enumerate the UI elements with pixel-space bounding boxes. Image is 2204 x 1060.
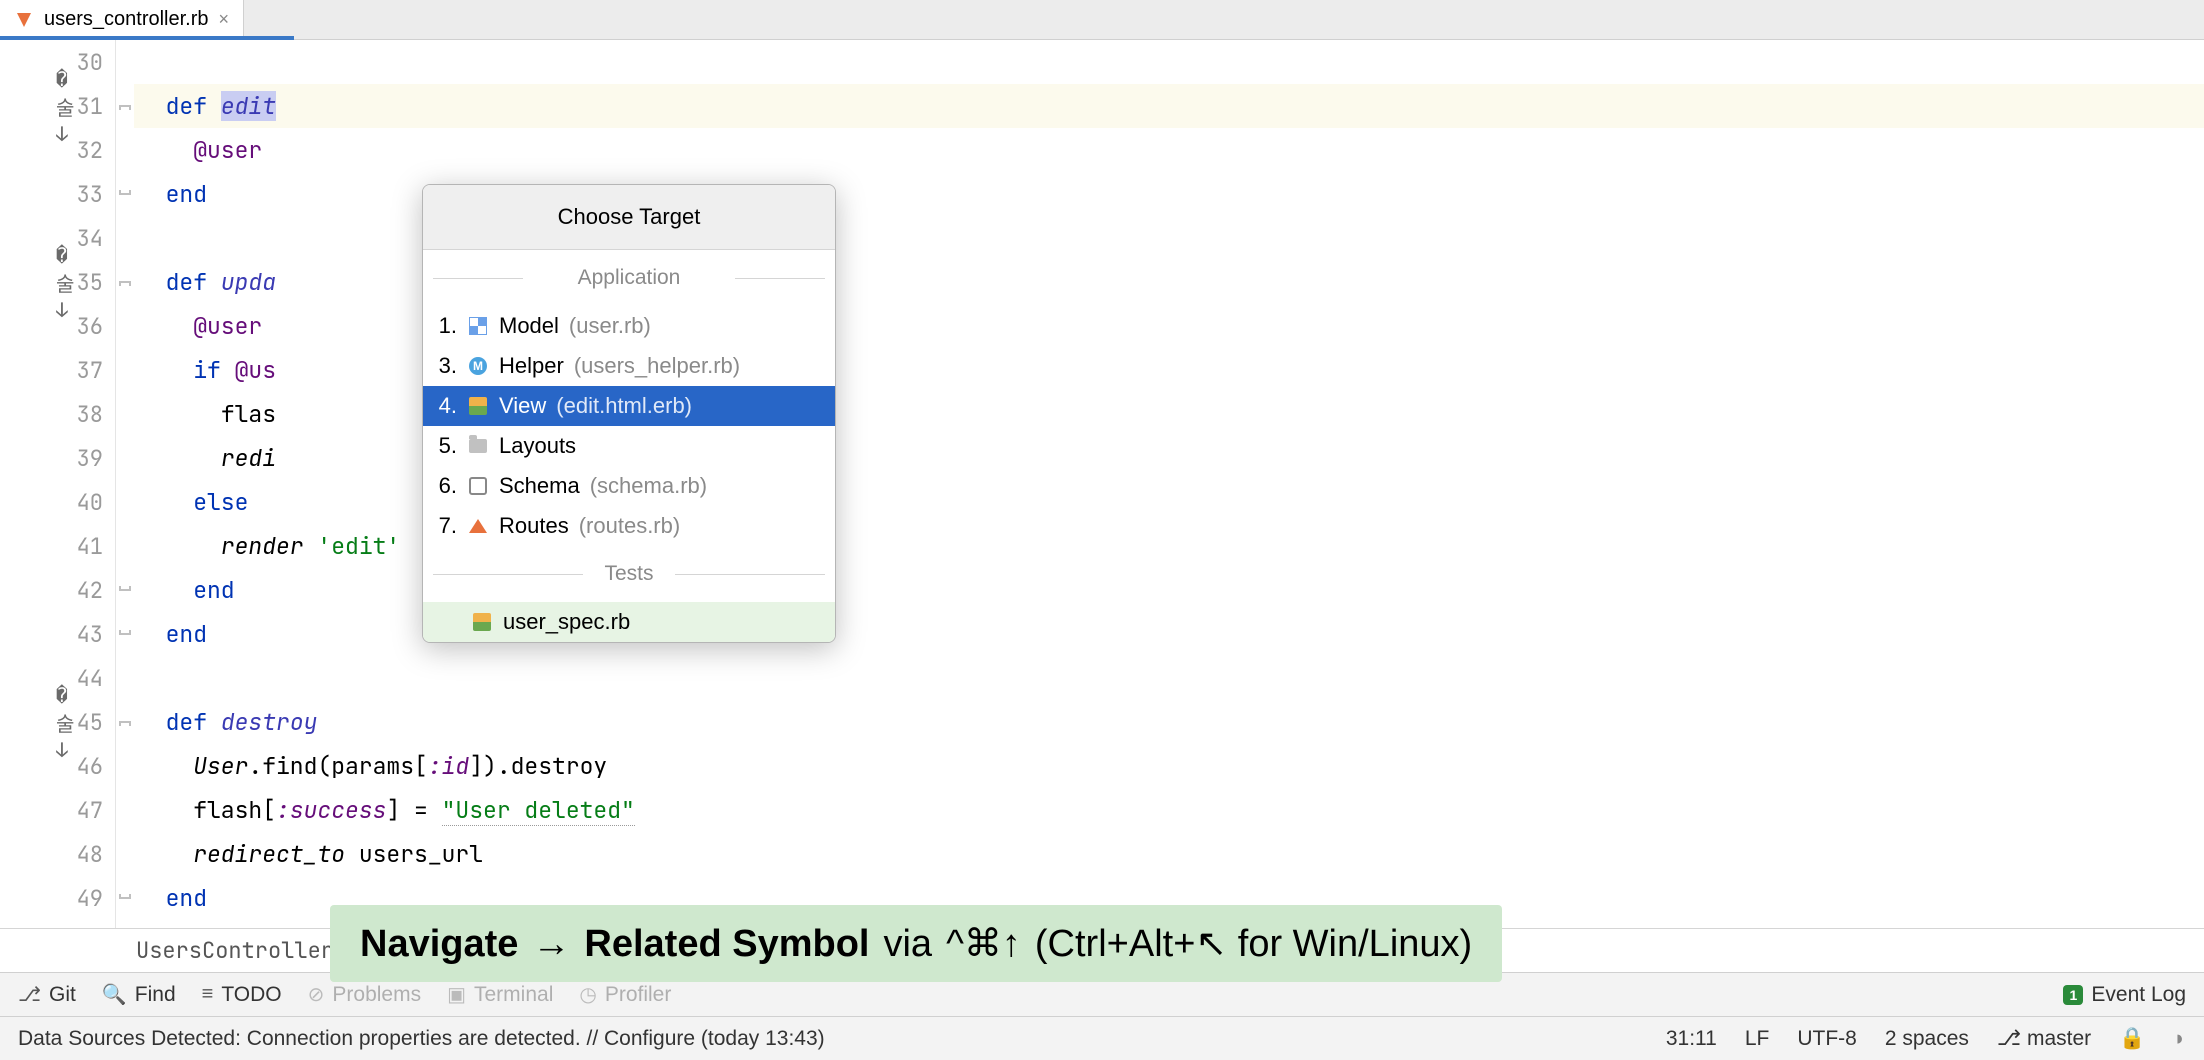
gutter-line[interactable]: 40 [0,480,115,524]
tool-event-log[interactable]: 1Event Log [2063,983,2186,1007]
notification-badge: 1 [2063,985,2083,1005]
fold-start-icon[interactable] [119,721,131,723]
status-bar: Data Sources Detected: Connection proper… [0,1016,2204,1060]
fold-start-icon[interactable] [119,281,131,283]
code-area[interactable]: def edit @user end def upda @user if @us… [134,40,2204,928]
tool-profiler[interactable]: ◷Profiler [579,982,671,1007]
gutter-line[interactable]: 38 [0,392,115,436]
popup-item-view[interactable]: 4. View (edit.html.erb) [423,386,835,426]
status-message[interactable]: Data Sources Detected: Connection proper… [18,1027,825,1051]
fold-end-icon[interactable] [119,589,131,591]
gutter-line[interactable]: 48 [0,832,115,876]
more-icon[interactable]: ◗ [2173,1027,2186,1051]
popup-item-layouts[interactable]: 5. Layouts [423,426,835,466]
gutter-line[interactable]: 33 [0,172,115,216]
gutter-line[interactable]: 32 [0,128,115,172]
gutter-line[interactable]: �술↓35 [0,260,115,304]
status-encoding[interactable]: UTF-8 [1797,1027,1857,1051]
status-caret-pos[interactable]: 31:11 [1666,1027,1717,1051]
override-icon[interactable]: �술↓ [56,708,84,736]
list-icon: ≡ [202,983,214,1006]
gutter-line[interactable]: �술↓45 [0,700,115,744]
fold-column [116,40,134,928]
fold-end-icon[interactable] [119,193,131,195]
gutter-line[interactable]: 42 [0,568,115,612]
git-branch-icon: ⎇ [18,982,41,1007]
tab-bar: users_controller.rb × [0,0,2204,40]
ruby-file-icon [14,10,34,30]
tool-terminal[interactable]: ▣Terminal [447,982,553,1007]
problems-icon: ⊘ [308,982,325,1007]
lock-icon[interactable]: 🔒 [2119,1027,2145,1051]
choose-target-popup: Choose Target Application 1. Model (user… [422,184,836,643]
routes-icon [467,515,489,537]
gutter-line[interactable]: 43 [0,612,115,656]
fold-start-icon[interactable] [119,105,131,107]
status-indent[interactable]: 2 spaces [1885,1027,1969,1051]
gutter-line[interactable]: 36 [0,304,115,348]
popup-item-model[interactable]: 1. Model (user.rb) [423,306,835,346]
schema-icon [467,475,489,497]
terminal-icon: ▣ [447,982,466,1007]
git-branch-icon: ⎇ [1997,1027,2027,1050]
erb-icon [467,395,489,417]
helper-icon: M [467,355,489,377]
gutter: 30 �술↓31 32 33 34 �술↓35 36 37 38 39 40 4… [0,40,116,928]
gutter-line[interactable]: 49 [0,876,115,920]
close-icon[interactable]: × [219,9,230,30]
gutter-line[interactable]: 37 [0,348,115,392]
breadcrumb-item[interactable]: UsersController [136,936,334,965]
profiler-icon: ◷ [579,982,596,1007]
tool-todo[interactable]: ≡TODO [202,983,282,1007]
tab-filename: users_controller.rb [44,8,209,31]
tool-git[interactable]: ⎇Git [18,982,76,1007]
erb-icon [471,611,493,633]
tip-banner: Navigate → Related Symbol via ^⌘↑ (Ctrl+… [330,905,1502,982]
gutter-line[interactable]: �술↓31 [0,84,115,128]
fold-end-icon[interactable] [119,897,131,899]
popup-section-application: Application [423,250,835,306]
gutter-line[interactable]: 47 [0,788,115,832]
tab-users-controller[interactable]: users_controller.rb × [0,0,244,39]
status-branch[interactable]: ⎇ master [1997,1026,2091,1051]
gutter-line[interactable]: 46 [0,744,115,788]
search-icon: 🔍 [102,982,127,1007]
editor: 30 �술↓31 32 33 34 �술↓35 36 37 38 39 40 4… [0,40,2204,928]
override-icon[interactable]: �술↓ [56,268,84,296]
gutter-line[interactable]: 41 [0,524,115,568]
popup-item-helper[interactable]: 3. M Helper (users_helper.rb) [423,346,835,386]
override-icon[interactable]: �술↓ [56,92,84,120]
popup-item-user-spec[interactable]: user_spec.rb [423,602,835,642]
model-icon [467,315,489,337]
tool-problems[interactable]: ⊘Problems [308,982,421,1007]
popup-title: Choose Target [423,185,835,250]
popup-section-tests: Tests [423,546,835,602]
popup-item-routes[interactable]: 7. Routes (routes.rb) [423,506,835,546]
gutter-line[interactable]: 39 [0,436,115,480]
fold-end-icon[interactable] [119,633,131,635]
folder-icon [467,435,489,457]
popup-item-schema[interactable]: 6. Schema (schema.rb) [423,466,835,506]
tool-find[interactable]: 🔍Find [102,982,176,1007]
status-line-sep[interactable]: LF [1745,1027,1770,1051]
